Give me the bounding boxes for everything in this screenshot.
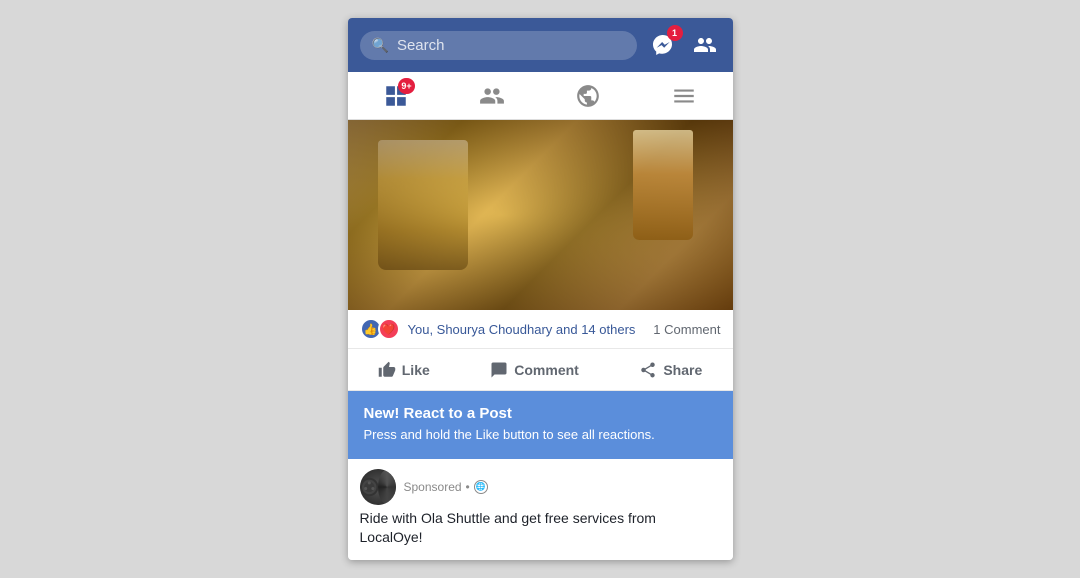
comment-label: Comment	[514, 362, 579, 378]
feed-badge: 9+	[398, 78, 414, 94]
search-placeholder: Search	[397, 37, 445, 54]
sponsored-ad-text: Ride with Ola Shuttle and get free servi…	[348, 505, 733, 560]
sponsored-meta: Sponsored • 🌐	[404, 480, 488, 494]
action-row: Like Comment Share	[348, 349, 733, 391]
reactions-text: You, Shourya Choudhary and 14 others	[408, 322, 636, 337]
tab-globe[interactable]	[563, 80, 613, 112]
messenger-icon-button[interactable]: 1	[647, 29, 679, 61]
globe-icon: 🌐	[474, 480, 488, 494]
top-nav-bar: 🔍 Search 1	[348, 18, 733, 72]
phone-container: 🔍 Search 1 9+	[348, 18, 733, 559]
reactions-row: 👍 ❤️ You, Shourya Choudhary and 14 other…	[348, 310, 733, 349]
sponsored-row: Sponsored • 🌐	[348, 459, 733, 505]
tab-friends[interactable]	[467, 80, 517, 112]
search-icon: 🔍	[372, 37, 389, 54]
secondary-nav: 9+	[348, 72, 733, 120]
share-button[interactable]: Share	[623, 353, 718, 387]
reaction-icons: 👍 ❤️	[360, 318, 400, 340]
search-bar[interactable]: 🔍 Search	[360, 31, 637, 60]
tab-feed[interactable]: 9+	[371, 80, 421, 112]
comment-button[interactable]: Comment	[474, 353, 595, 387]
tab-menu[interactable]	[659, 80, 709, 112]
sponsor-avatar	[360, 469, 396, 505]
sponsored-label: Sponsored	[404, 480, 462, 494]
tooltip-body: Press and hold the Like button to see al…	[364, 426, 717, 444]
messenger-badge: 1	[667, 25, 683, 41]
like-label: Like	[402, 362, 430, 378]
share-label: Share	[663, 362, 702, 378]
image-overlay	[348, 120, 733, 310]
tooltip-title: New! React to a Post	[364, 405, 717, 422]
post-image	[348, 120, 733, 310]
like-button[interactable]: Like	[362, 353, 446, 387]
love-reaction-icon: ❤️	[378, 318, 400, 340]
react-tooltip: New! React to a Post Press and hold the …	[348, 391, 733, 458]
comment-count: 1 Comment	[653, 322, 720, 337]
friends-icon-button[interactable]	[689, 29, 721, 61]
